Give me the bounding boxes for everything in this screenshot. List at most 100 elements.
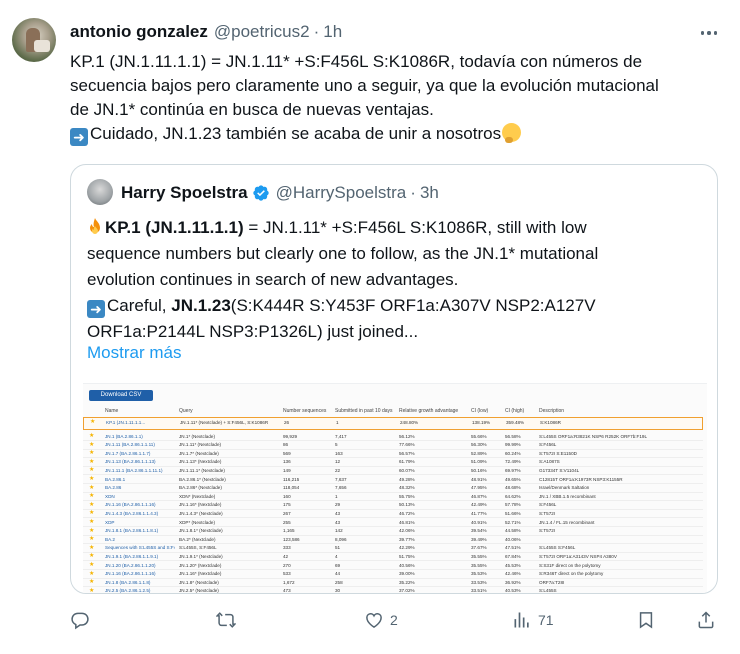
- cell-sub: 163: [335, 450, 343, 456]
- star-icon: ★: [89, 527, 95, 534]
- cell-n: 1,165: [283, 528, 295, 534]
- quoted-line1-rest: = JN.1.11* +S:F456L S:K1086R, still with…: [243, 218, 587, 237]
- right-arrow-emoji-icon: ➜: [87, 300, 105, 318]
- cell-desc: S:L455S ORF1a:R3821K NSP6 R252K ORF7b:F1…: [539, 433, 648, 439]
- star-icon: ★: [89, 579, 95, 586]
- cell-n: 473: [283, 588, 291, 594]
- retweet-icon: [216, 612, 236, 628]
- cell-n: 255: [283, 519, 291, 525]
- quoted-line4-rest: (S:K444R S:Y453F ORF1a:A307V NSP2:A127V: [230, 296, 596, 315]
- cell-rga: 49.28%: [399, 476, 415, 482]
- tweet-line: ➜ Cuidado, JN.1.23 también se acaba de un…: [70, 122, 730, 146]
- table-row: ★ KP.1 (JN.1.11.1.1... JN.1.11* (Nextclade…: [83, 417, 703, 430]
- cell-name: JN.1.11.1 (BA.2.86.1.1.11.1): [105, 467, 163, 473]
- cell-n: 86: [283, 442, 289, 448]
- tweet-line: de JN.1* continúa en busca de nuevas ven…: [70, 100, 434, 119]
- cell-desc: G17334T S:V1104L: [539, 467, 580, 473]
- cell-sub: 51: [335, 545, 341, 551]
- cell-hi: 36.92%: [505, 579, 521, 585]
- cell-query: S:L455S, S:F456L: [179, 545, 217, 551]
- cell-query: JN.1.16* (Nextclade): [179, 571, 222, 577]
- cell-sub: 1: [335, 493, 338, 499]
- star-icon: ★: [89, 476, 95, 482]
- more-options-icon[interactable]: [694, 22, 724, 44]
- cell-n: 123,586: [283, 536, 300, 542]
- cell-rga: 56.12%: [399, 433, 415, 439]
- cell-n: 569: [283, 450, 291, 456]
- col-query: Query: [179, 408, 193, 414]
- cell-lo: 37.67%: [471, 545, 487, 551]
- cell-hi: 64.62%: [505, 493, 521, 499]
- show-more-link[interactable]: Mostrar más: [87, 343, 181, 363]
- cell-desc: S:T572I S:E1150D: [539, 450, 577, 456]
- cell-sub: 29: [335, 502, 341, 508]
- cell-lo: 138.19%: [472, 419, 491, 425]
- cell-name: JN.1 (BA.2.86.1.1): [105, 433, 143, 439]
- author-handle[interactable]: @poetricus2: [214, 22, 310, 42]
- cell-name: JN.1.13 (BA.2.86.1.1.13): [105, 459, 156, 465]
- cell-name: JN.1.16 (BA.2.86.1.1.16): [105, 502, 156, 508]
- cell-n: 175: [283, 502, 291, 508]
- quoted-image-table[interactable]: Download CSV Name Query Number sequences…: [83, 383, 707, 594]
- quoted-bold-lineage: KP.1 (JN.1.11.1.1): [105, 218, 244, 237]
- col-ci-low: CI (low): [471, 408, 489, 414]
- quoted-line: KP.1 (JN.1.11.1.1) = JN.1.11* +S:F456L S…: [87, 215, 707, 241]
- cell-lo: 41.77%: [471, 510, 487, 516]
- star-icon: ★: [89, 450, 95, 457]
- bookmark-button[interactable]: [636, 606, 656, 634]
- star-icon: ★: [89, 536, 95, 543]
- cell-rga: 51.75%: [399, 553, 415, 559]
- cell-rga: 35.22%: [399, 579, 415, 585]
- col-name: Name: [105, 408, 119, 414]
- cell-sub: 258: [335, 579, 343, 585]
- cell-rga: 60.07%: [399, 467, 415, 473]
- cell-desc: JN.1 / XBB.1.5 recombinant: [539, 493, 596, 499]
- tweet-time[interactable]: 1h: [323, 22, 342, 42]
- cell-desc: S:F456L: [539, 442, 557, 448]
- views-button[interactable]: 71: [512, 606, 554, 634]
- share-button[interactable]: [696, 606, 716, 634]
- cell-rga: 42.29%: [399, 545, 415, 551]
- cell-query: JN.1.13* (Nextclade): [179, 459, 222, 465]
- col-submitted: Submitted in past 10 days: [335, 408, 393, 414]
- separator-dot: ·: [410, 183, 416, 202]
- cell-rga: 77.66%: [399, 442, 415, 448]
- cell-desc: S:K1086R: [540, 419, 561, 425]
- quoted-line: sequence numbers but clearly one to foll…: [87, 244, 599, 263]
- tweet-text: KP.1 (JN.1.11.1.1) = JN.1.11* +S:F456L S…: [70, 50, 730, 146]
- share-icon: [698, 611, 714, 629]
- cell-n: 333: [283, 545, 291, 551]
- cell-rga: 42.06%: [399, 528, 415, 534]
- cell-lo: 35.55%: [471, 553, 487, 559]
- reply-button[interactable]: [70, 606, 96, 634]
- cell-hi: 52.71%: [505, 519, 521, 525]
- cell-name: JN.1.8 (BA.2.86.1.1.8): [105, 579, 151, 585]
- author-avatar[interactable]: [12, 18, 56, 62]
- cell-sub: 44: [335, 571, 341, 577]
- quoted-time: 3h: [419, 183, 439, 202]
- tweet-header: antonio gonzalez @poetricus2 · 1h: [70, 20, 342, 44]
- cell-hi: 72.49%: [505, 459, 521, 465]
- heart-icon: [366, 613, 382, 628]
- quoted-tweet[interactable]: Harry Spoelstra @HarrySpoelstra · 3h KP.…: [70, 164, 718, 594]
- fire-emoji-icon: [90, 218, 100, 234]
- tweet-line: secuencia bajos pero claramente uno a se…: [70, 76, 659, 95]
- cell-lo: 46.87%: [471, 493, 487, 499]
- cell-hi: 40.06%: [505, 536, 521, 542]
- cell-query: JN.1.11* (Nextclade) + S:F456L, S:K1086R: [180, 419, 269, 425]
- cell-hi: 45.53%: [505, 562, 521, 568]
- like-button[interactable]: 2: [364, 606, 398, 634]
- retweet-button[interactable]: [216, 606, 242, 634]
- cell-hi: 99.99%: [505, 442, 521, 448]
- cell-query: JN.1* (Nextclade): [179, 433, 215, 439]
- cell-query: JN.1.9.1* (Nextclade): [179, 553, 223, 559]
- cell-sub: 142: [335, 528, 343, 534]
- cell-desc: S:S31F direct on the polytomy: [539, 562, 601, 568]
- cell-name: BA.2: [105, 536, 115, 542]
- cell-sub: 5: [335, 442, 338, 448]
- star-icon: ★: [89, 433, 95, 439]
- cell-desc: S:F456L: [539, 502, 557, 508]
- cell-name: JN.1.16 (BA.2.86.1.1.16): [105, 571, 156, 577]
- author-name[interactable]: antonio gonzalez: [70, 22, 208, 42]
- cell-name: JN.1.9.1 (BA.2.86.1.1.9.1): [105, 553, 159, 559]
